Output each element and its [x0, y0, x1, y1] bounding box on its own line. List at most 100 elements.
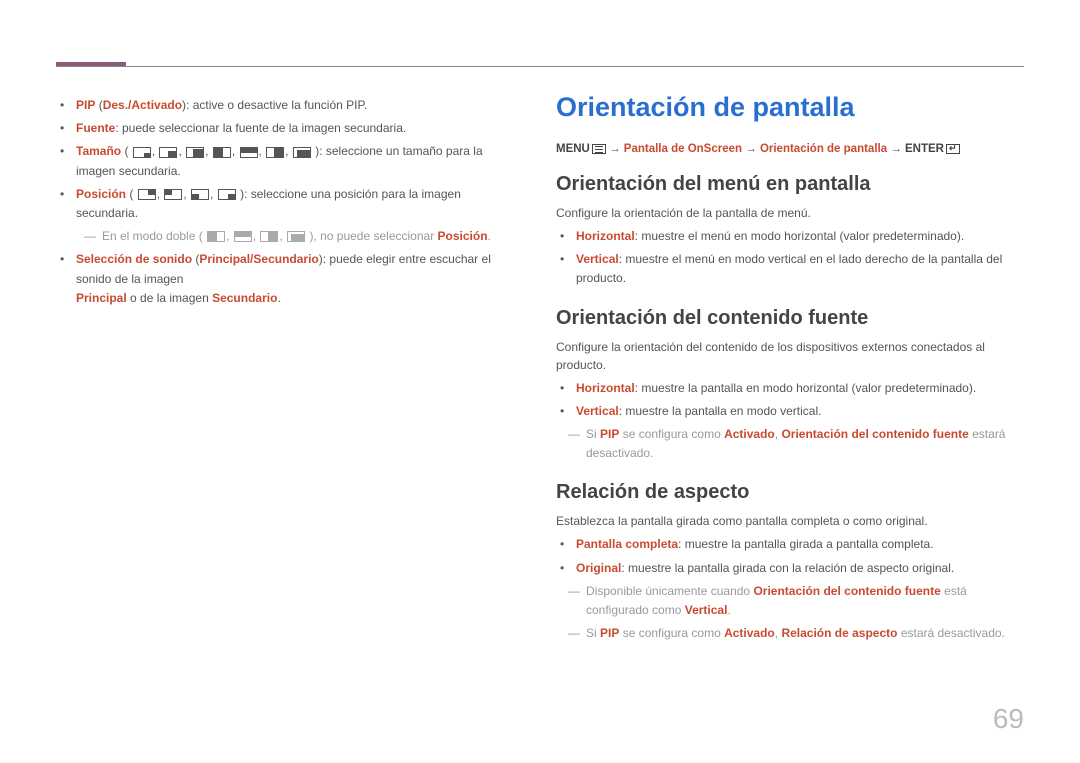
paren: (: [129, 187, 133, 201]
bc-arrow: →: [745, 143, 760, 155]
list-item: Horizontal: muestre la pantalla en modo …: [570, 379, 1024, 398]
bc-item: Pantalla de OnScreen: [624, 143, 742, 155]
note-red: Orientación del contenido fuente: [781, 427, 968, 441]
bc-enter: ENTER: [905, 143, 944, 155]
section-heading: Relación de aspecto: [556, 481, 1024, 504]
note-text: Si: [586, 427, 600, 441]
note: Si PIP se configura como Activado, Orien…: [570, 425, 1024, 463]
note-red: Orientación del contenido fuente: [753, 584, 940, 598]
page-content: PIP (Des./Activado): active o desactive …: [56, 92, 1024, 647]
mode-icon: [287, 231, 305, 242]
option-label: PIP: [76, 98, 95, 112]
list-item: Selección de sonido (Principal/Secundari…: [70, 250, 524, 308]
size-icon: [133, 147, 151, 158]
section-desc: Establezca la pantalla girada como panta…: [556, 512, 1024, 530]
section-heading: Orientación del menú en pantalla: [556, 173, 1024, 196]
note-red: Relación de aspecto: [781, 626, 897, 640]
option-red: Principal: [76, 291, 127, 305]
note-text: Si: [586, 626, 600, 640]
list-item: Vertical: muestre la pantalla en modo ve…: [570, 402, 1024, 421]
list-item: Tamaño ( , , , , , , ): seleccione un ta…: [70, 142, 524, 180]
note-red: Vertical: [685, 603, 728, 617]
note-text: estará desactivado.: [897, 626, 1004, 640]
option-label: Original: [576, 561, 621, 575]
note-red: PIP: [600, 427, 619, 441]
bc-menu: MENU: [556, 143, 590, 155]
list-item: Horizontal: muestre el menú en modo hori…: [570, 227, 1024, 246]
option-rest: : active o desactive la función PIP.: [186, 98, 367, 112]
option-text: .: [277, 291, 280, 305]
section-desc: Configure la orientación del contenido d…: [556, 338, 1024, 374]
position-icon: [218, 189, 236, 200]
option-rest: : seleccione una posición para la imagen…: [76, 187, 461, 220]
pip-options-list: PIP (Des./Activado): active o desactive …: [56, 96, 524, 223]
option-paren: Principal/Secundario: [199, 252, 318, 266]
note: Disponible únicamente cuando Orientación…: [570, 582, 1024, 620]
size-icon: [293, 147, 311, 158]
mode-icon: [207, 231, 225, 242]
option-label: Selección de sonido: [76, 252, 192, 266]
note-red: Activado: [724, 427, 775, 441]
note-text: En el modo doble (: [102, 229, 203, 243]
option-paren: Des./Activado: [103, 98, 182, 112]
option-label: Vertical: [576, 404, 619, 418]
bc-arrow: →: [890, 143, 905, 155]
option-rest: : puede seleccionar la fuente de la imag…: [115, 121, 406, 135]
menu-icon: [592, 144, 606, 154]
breadcrumb: MENU → Pantalla de OnScreen → Orientació…: [556, 143, 1024, 155]
left-column: PIP (Des./Activado): active o desactive …: [56, 92, 524, 647]
position-icon: [138, 189, 156, 200]
option-text: o de la imagen: [127, 291, 212, 305]
note-text: .: [488, 229, 491, 243]
position-icon: [191, 189, 209, 200]
note-text: .: [727, 603, 730, 617]
list-item: Pantalla completa: muestre la pantalla g…: [570, 535, 1024, 554]
option-rest: : muestre la pantalla girada con la rela…: [621, 561, 954, 575]
source-orient-list: Horizontal: muestre la pantalla en modo …: [556, 379, 1024, 421]
list-item: Posición ( , , , ): seleccione una posic…: [70, 185, 524, 223]
size-icon: [186, 147, 204, 158]
list-item: PIP (Des./Activado): active o desactive …: [70, 96, 524, 115]
page-title: Orientación de pantalla: [556, 92, 1024, 123]
page-number: 69: [993, 703, 1024, 735]
position-icon: [164, 189, 182, 200]
menu-orient-list: Horizontal: muestre el menú en modo hori…: [556, 227, 1024, 289]
note-red: Posición: [438, 229, 488, 243]
bc-item: Orientación de pantalla: [760, 143, 887, 155]
bc-arrow: →: [609, 143, 624, 155]
note: Si PIP se configura como Activado, Relac…: [570, 624, 1024, 643]
enter-icon: [946, 144, 960, 154]
option-red: Secundario: [212, 291, 277, 305]
option-rest: : muestre el menú en modo horizontal (va…: [635, 229, 965, 243]
size-icon: [266, 147, 284, 158]
section-desc: Configure la orientación de la pantalla …: [556, 204, 1024, 222]
size-icon: [240, 147, 258, 158]
option-rest: : muestre la pantalla girada a pantalla …: [678, 537, 934, 551]
horizontal-rule: [56, 66, 1024, 67]
option-rest: : muestre la pantalla en modo horizontal…: [635, 381, 977, 395]
option-label: Horizontal: [576, 381, 635, 395]
size-icon: [213, 147, 231, 158]
option-label: Pantalla completa: [576, 537, 678, 551]
list-item: Original: muestre la pantalla girada con…: [570, 559, 1024, 578]
right-column: Orientación de pantalla MENU → Pantalla …: [556, 92, 1024, 647]
option-rest: : muestre el menú en modo vertical en el…: [576, 252, 1002, 285]
option-label: Vertical: [576, 252, 619, 266]
note-text: ), no puede seleccionar: [309, 229, 437, 243]
option-rest: : muestre la pantalla en modo vertical.: [619, 404, 822, 418]
note-red: PIP: [600, 626, 619, 640]
sub-note: En el modo doble ( , , , ), no puede sel…: [86, 227, 524, 246]
option-label: Posición: [76, 187, 126, 201]
note-text: Disponible únicamente cuando: [586, 584, 753, 598]
size-icon: [159, 147, 177, 158]
section-heading: Orientación del contenido fuente: [556, 307, 1024, 330]
list-item: Vertical: muestre el menú en modo vertic…: [570, 250, 1024, 288]
option-label: Fuente: [76, 121, 115, 135]
mode-icon: [260, 231, 278, 242]
note-red: Activado: [724, 626, 775, 640]
sound-list: Selección de sonido (Principal/Secundari…: [56, 250, 524, 308]
paren: (: [124, 144, 128, 158]
note-text: se configura como: [619, 626, 724, 640]
note-text: se configura como: [619, 427, 724, 441]
aspect-list: Pantalla completa: muestre la pantalla g…: [556, 535, 1024, 577]
